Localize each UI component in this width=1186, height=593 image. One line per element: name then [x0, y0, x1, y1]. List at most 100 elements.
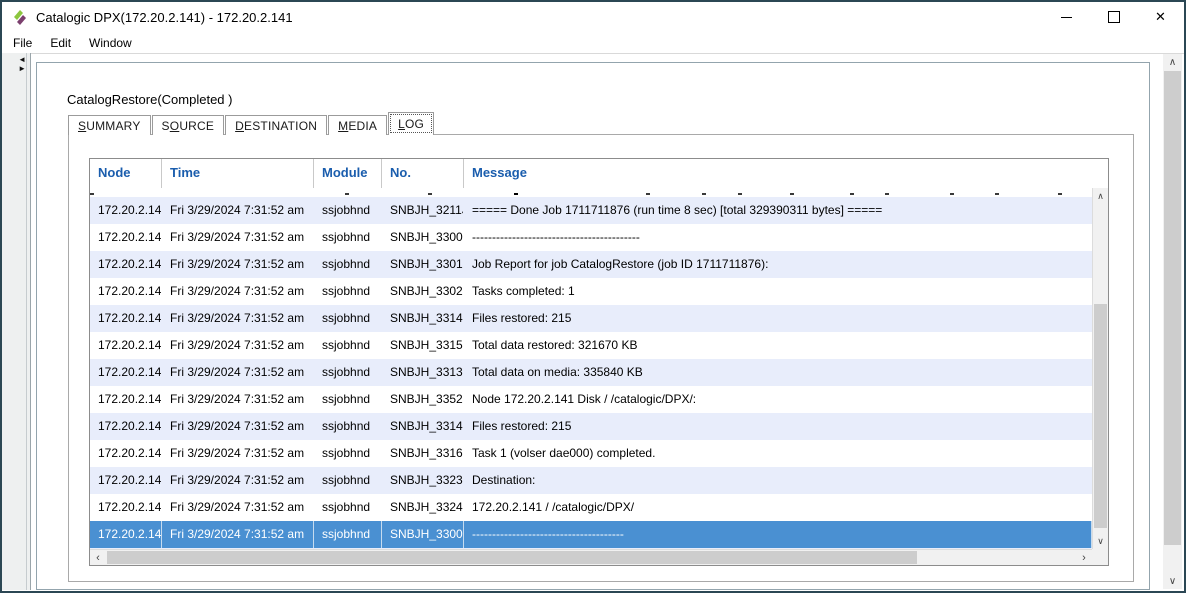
cell-no: SNBJH_3314J: [382, 305, 464, 332]
cell-no: SNBJH_3211J: [382, 197, 464, 224]
log-row[interactable]: 172.20.2.141Fri 3/29/2024 7:31:52 amssjo…: [90, 332, 1092, 359]
menu-item-edit[interactable]: Edit: [41, 33, 80, 53]
column-header-time[interactable]: Time: [162, 159, 314, 188]
cell-node: 172.20.2.141: [90, 440, 162, 467]
log-row[interactable]: 172.20.2.141Fri 3/29/2024 7:31:52 amssjo…: [90, 467, 1092, 494]
tab-strip: SUMMARYSOURCEDESTINATIONMEDIALOG: [68, 115, 435, 135]
log-row[interactable]: 172.20.2.141Fri 3/29/2024 7:31:52 amssjo…: [90, 278, 1092, 305]
log-table: NodeTimeModuleNo.Message 172.20.2.141Fri…: [89, 158, 1109, 566]
splitter-handle[interactable]: ◄ ►: [18, 55, 26, 73]
log-table-body: 172.20.2.141Fri 3/29/2024 7:31:52 amssjo…: [90, 188, 1092, 549]
close-icon: ✕: [1155, 9, 1166, 25]
window-title: Catalogic DPX(172.20.2.141) - 172.20.2.1…: [36, 10, 293, 25]
table-scroll-down-icon[interactable]: ∨: [1093, 533, 1108, 549]
cell-time: Fri 3/29/2024 7:31:52 am: [162, 440, 314, 467]
cell-module: ssjobhnd: [314, 413, 382, 440]
window-vertical-scrollbar-thumb[interactable]: [1164, 71, 1181, 545]
cell-time: Fri 3/29/2024 7:31:52 am: [162, 386, 314, 413]
table-vertical-scrollbar-thumb[interactable]: [1094, 304, 1107, 528]
table-scroll-left-icon[interactable]: ‹: [90, 550, 106, 565]
table-scroll-up-icon[interactable]: ∧: [1093, 188, 1108, 204]
scrollbar-corner: [1092, 549, 1108, 565]
log-row[interactable]: 172.20.2.141Fri 3/29/2024 7:31:52 amssjo…: [90, 251, 1092, 278]
minimize-icon: [1061, 17, 1072, 18]
column-header-node[interactable]: Node: [90, 159, 162, 188]
cell-node: 172.20.2.141: [90, 494, 162, 521]
log-row[interactable]: 172.20.2.141Fri 3/29/2024 7:31:52 amssjo…: [90, 494, 1092, 521]
log-row[interactable]: 172.20.2.141Fri 3/29/2024 7:31:52 amssjo…: [90, 224, 1092, 251]
tab-log[interactable]: LOG: [388, 112, 434, 135]
log-row[interactable]: 172.20.2.141Fri 3/29/2024 7:31:52 amssjo…: [90, 386, 1092, 413]
table-vertical-scrollbar[interactable]: ∧ ∨: [1092, 188, 1108, 549]
table-scroll-right-icon[interactable]: ›: [1076, 550, 1092, 565]
splitter-collapse-icon[interactable]: ◄: [18, 55, 26, 64]
tab-summary[interactable]: SUMMARY: [68, 115, 151, 135]
cell-time: Fri 3/29/2024 7:31:52 am: [162, 494, 314, 521]
cell-module: ssjobhnd: [314, 494, 382, 521]
cell-message: Tasks completed: 1: [464, 278, 1092, 305]
cell-message: ----------------------------------------…: [464, 224, 1092, 251]
cell-module: ssjobhnd: [314, 332, 382, 359]
cell-time: Fri 3/29/2024 7:31:52 am: [162, 305, 314, 332]
menu-item-file[interactable]: File: [4, 33, 41, 53]
maximize-button[interactable]: [1090, 2, 1137, 32]
cell-node: 172.20.2.141: [90, 251, 162, 278]
app-window: { "window": { "title": "Catalogic DPX(17…: [0, 0, 1186, 593]
table-horizontal-scrollbar[interactable]: ‹ ›: [90, 549, 1092, 565]
tab-accesskey: S: [78, 119, 86, 133]
log-row[interactable]: 172.20.2.141Fri 3/29/2024 7:31:52 amssjo…: [90, 359, 1092, 386]
splitter-expand-icon[interactable]: ►: [18, 64, 26, 73]
cell-message: 172.20.2.141 / /catalogic/DPX/: [464, 494, 1092, 521]
tab-destination[interactable]: DESTINATION: [225, 115, 327, 135]
cell-time: Fri 3/29/2024 7:31:52 am: [162, 467, 314, 494]
cell-node: 172.20.2.141: [90, 386, 162, 413]
column-header-no[interactable]: No.: [382, 159, 464, 188]
main-panel: CatalogRestore(Completed ) SUMMARYSOURCE…: [36, 62, 1150, 590]
close-button[interactable]: ✕: [1137, 2, 1184, 32]
cell-module: ssjobhnd: [314, 197, 382, 224]
cell-message: --------------------------------------: [464, 521, 1092, 548]
cell-message: Files restored: 215: [464, 305, 1092, 332]
cell-message: Files restored: 215: [464, 413, 1092, 440]
cell-time: Fri 3/29/2024 7:31:52 am: [162, 278, 314, 305]
job-status-title: CatalogRestore(Completed ): [67, 92, 232, 107]
tab-accesskey: M: [338, 119, 348, 133]
cell-no: SNBJH_3302J: [382, 278, 464, 305]
cell-node: 172.20.2.141: [90, 224, 162, 251]
left-splitter-panel: ◄ ►: [2, 53, 31, 590]
cell-time: Fri 3/29/2024 7:31:52 am: [162, 251, 314, 278]
cell-node: 172.20.2.141: [90, 278, 162, 305]
scroll-up-icon[interactable]: ∧: [1163, 54, 1182, 70]
log-row-selected[interactable]: 172.20.2.141Fri 3/29/2024 7:31:52 amssjo…: [90, 521, 1092, 548]
cell-node: 172.20.2.141: [90, 467, 162, 494]
scroll-down-icon[interactable]: ∨: [1163, 573, 1182, 589]
cell-module: ssjobhnd: [314, 305, 382, 332]
tab-accesskey: D: [235, 119, 244, 133]
cell-message: Total data on media: 335840 KB: [464, 359, 1092, 386]
column-header-message[interactable]: Message: [464, 159, 1108, 188]
tab-media[interactable]: MEDIA: [328, 115, 387, 135]
cell-module: ssjobhnd: [314, 440, 382, 467]
cell-no: SNBJH_3313J: [382, 359, 464, 386]
table-horizontal-scrollbar-thumb[interactable]: [107, 551, 917, 564]
menu-item-window[interactable]: Window: [80, 33, 141, 53]
cell-no: SNBJH_3323J: [382, 467, 464, 494]
window-vertical-scrollbar[interactable]: ∧ ∨: [1163, 54, 1182, 589]
cell-no: SNBJH_3324J: [382, 494, 464, 521]
log-row[interactable]: 172.20.2.141Fri 3/29/2024 7:31:52 amssjo…: [90, 413, 1092, 440]
log-row[interactable]: 172.20.2.141Fri 3/29/2024 7:31:52 amssjo…: [90, 440, 1092, 467]
menu-bar: FileEditWindow: [2, 32, 1184, 54]
app-logo-icon: [11, 9, 28, 26]
log-row[interactable]: 172.20.2.141Fri 3/29/2024 7:31:52 amssjo…: [90, 197, 1092, 224]
tab-accesskey: O: [170, 119, 180, 133]
minimize-button[interactable]: [1043, 2, 1090, 32]
cell-no: SNBJH_3301J: [382, 251, 464, 278]
log-table-header: NodeTimeModuleNo.Message: [90, 159, 1108, 189]
cell-time: Fri 3/29/2024 7:31:52 am: [162, 224, 314, 251]
column-header-module[interactable]: Module: [314, 159, 382, 188]
cell-module: ssjobhnd: [314, 521, 382, 548]
log-row[interactable]: 172.20.2.141Fri 3/29/2024 7:31:52 amssjo…: [90, 305, 1092, 332]
tab-source[interactable]: SOURCE: [152, 115, 225, 135]
cell-node: 172.20.2.141: [90, 413, 162, 440]
cell-no: SNBJH_3300J: [382, 521, 464, 548]
